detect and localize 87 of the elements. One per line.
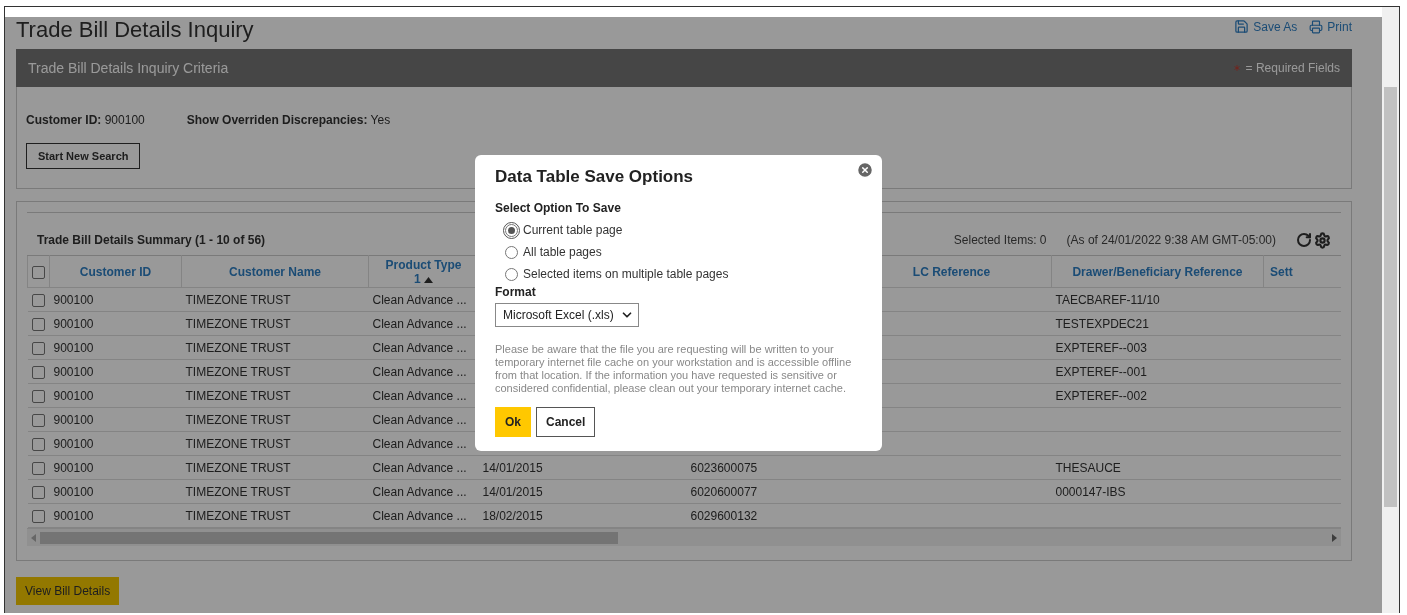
asterisk-icon [1231,63,1242,73]
select-all-checkbox[interactable] [32,265,45,279]
table-cell: 900100 [53,364,94,379]
table-cell: 6029600132 [690,508,758,523]
table-cell: EXPTEREF--002 [1055,388,1147,403]
table-cell: TIMEZONE TRUST [185,460,291,475]
table-cell: TIMEZONE TRUST [185,436,291,451]
table-cell: Clean Advance ... [372,436,467,451]
table-cell: TESTEXPDEC21 [1055,316,1149,331]
required-fields-note: = Required Fields [1245,61,1340,75]
row-checkbox[interactable] [31,317,45,331]
table-cell: Clean Advance ... [372,316,467,331]
table-cell: 900100 [53,292,94,307]
ok-button[interactable]: Ok [495,407,531,437]
refresh-icon[interactable] [1296,231,1312,248]
table-cell: TIMEZONE TRUST [185,508,291,523]
vertical-scrollbar[interactable] [1382,7,1399,613]
table-cell: Clean Advance ... [372,340,467,355]
table-cell: TIMEZONE TRUST [185,484,291,499]
options-label: Select Option To Save [495,201,622,215]
row-checkbox[interactable] [31,341,45,355]
table-cell: 900100 [53,436,94,451]
table-cell: 900100 [53,388,94,403]
table-cell: 0000147-IBS [1055,484,1126,499]
table-cell: THESAUCE [1055,460,1121,475]
table-cell: TIMEZONE TRUST [185,316,291,331]
row-checkbox[interactable] [31,293,45,307]
dialog-title: Data Table Save Options [495,167,695,187]
table-cell: 900100 [53,340,94,355]
table-cell: Clean Advance ... [372,460,467,475]
row-checkbox[interactable] [31,413,45,427]
view-bill-details-button[interactable]: View Bill Details [16,577,120,605]
table-cell: 14/01/2015 [482,460,543,475]
table-cell: Clean Advance ... [372,292,467,307]
page-title: Trade Bill Details Inquiry [16,17,254,43]
table-cell: 6020600077 [690,484,758,499]
table-cell: 900100 [53,484,94,499]
table-cell: 900100 [53,508,94,523]
table-cell: EXPTEREF--003 [1055,340,1147,355]
row-checkbox[interactable] [31,461,45,475]
radio-option[interactable]: Selected items on multiple table pages [505,263,862,285]
format-label: Format [495,285,537,299]
table-cell: EXPTEREF--001 [1055,364,1147,379]
table-cell: TIMEZONE TRUST [185,412,291,427]
row-checkbox[interactable] [31,509,45,523]
table-cell: 900100 [53,460,94,475]
as-of-timestamp: (As of 24/01/2022 9:38 AM GMT-05:00) [1066,233,1276,247]
format-select[interactable]: Microsoft Excel (.xls) [495,303,639,327]
row-checkbox[interactable] [31,437,45,451]
table-cell: Clean Advance ... [372,484,467,499]
save-icon [1234,19,1250,34]
summary-title: Trade Bill Details Summary (1 - 10 of 56) [37,233,266,247]
table-cell: 18/02/2015 [482,508,543,523]
row-checkbox[interactable] [31,389,45,403]
table-cell: 900100 [53,412,94,427]
radio-option[interactable]: Current table page [505,219,862,241]
horizontal-scrollbar[interactable] [27,528,1341,546]
close-icon[interactable] [856,161,874,179]
start-new-search-button[interactable]: Start New Search [26,143,141,169]
table-cell: 14/01/2015 [482,484,543,499]
criteria-field: Customer ID: 900100 [26,113,145,127]
table-cell: TIMEZONE TRUST [185,340,291,355]
table-cell: 900100 [53,316,94,331]
table-cell: Clean Advance ... [372,412,467,427]
table-cell: Clean Advance ... [372,388,467,403]
table-cell: TIMEZONE TRUST [185,388,291,403]
print-link[interactable]: Print [1309,19,1352,34]
table-cell: TAECBAREF-11/10 [1055,292,1160,307]
table-cell: 6023600075 [690,460,758,475]
table-cell: Clean Advance ... [372,364,467,379]
criteria-title: Trade Bill Details Inquiry Criteria [28,60,229,76]
notice-text: Please be aware that the file you are requesting will be written to your temporary internet file cache on your workstation and is accessible offline from that location. If the information you have requested is sensitive or considered confidential, please clean out your temporary internet cache. [495,343,853,395]
column-header[interactable]: Sett [1270,264,1293,279]
table-cell: TIMEZONE TRUST [185,292,291,307]
cancel-button[interactable]: Cancel [536,407,596,437]
criteria-field: Show Overriden Discrepancies: Yes [186,113,391,127]
settings-icon[interactable] [1314,231,1331,249]
sort-ascending-icon [424,276,433,283]
print-icon [1309,19,1324,34]
save-as-link[interactable]: Save As [1234,19,1298,34]
table-cell: TIMEZONE TRUST [185,364,291,379]
row-checkbox[interactable] [31,365,45,379]
table-cell: Clean Advance ... [372,508,467,523]
row-checkbox[interactable] [31,485,45,499]
selected-items-count: Selected Items: 0 [953,233,1047,247]
radio-option[interactable]: All table pages [505,241,862,263]
column-header[interactable]: LC Reference [912,264,991,279]
